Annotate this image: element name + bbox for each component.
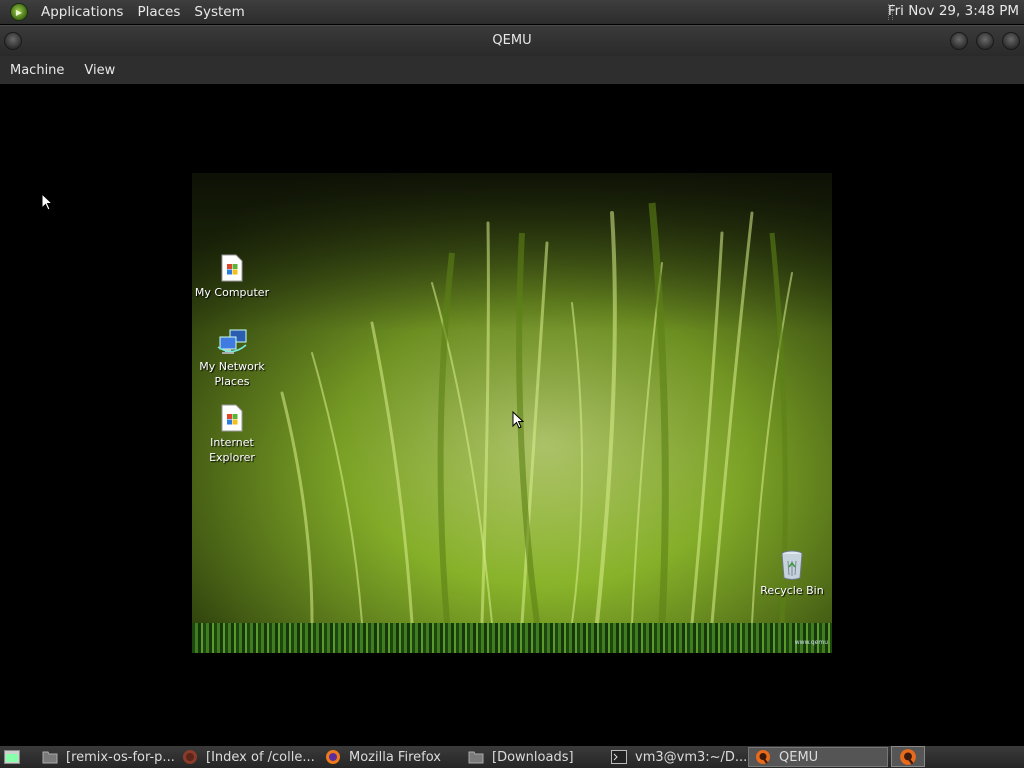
guest-taskbar-corner-text: www.qemu bbox=[794, 639, 828, 646]
window-titlebar[interactable]: QEMU bbox=[0, 25, 1024, 56]
clock[interactable]: Fri Nov 29, 3:48 PM bbox=[888, 3, 1019, 19]
applications-menu[interactable]: Applications bbox=[34, 4, 130, 20]
folder-icon bbox=[468, 749, 484, 765]
show-desktop-button[interactable] bbox=[2, 748, 22, 766]
maximize-button[interactable] bbox=[976, 32, 994, 50]
guest-taskbar[interactable]: www.qemu bbox=[192, 623, 832, 653]
places-menu[interactable]: Places bbox=[130, 4, 187, 20]
firefox-icon bbox=[325, 749, 341, 765]
desktop-icon-label: Recycle Bin bbox=[760, 584, 824, 597]
folder-icon bbox=[42, 749, 58, 765]
desktop-icon-label: My Computer bbox=[194, 286, 270, 299]
task-label: [Downloads] bbox=[492, 749, 574, 765]
close-button[interactable] bbox=[1002, 32, 1020, 50]
firefox-icon bbox=[182, 749, 198, 765]
desktop-icon-internet-explorer[interactable]: Internet Explorer bbox=[192, 403, 272, 465]
mouse-cursor-icon bbox=[41, 193, 53, 211]
task-mozilla-firefox[interactable]: Mozilla Firefox bbox=[319, 747, 462, 767]
window-menubar: Machine View bbox=[0, 56, 1024, 84]
task-label: vm3@vm3:~/D... bbox=[635, 749, 748, 765]
applications-logo-icon[interactable]: ▶ bbox=[10, 3, 28, 21]
bottom-panel: [remix-os-for-p... [Index of /colle... M… bbox=[0, 746, 1024, 768]
qemu-tray-icon bbox=[900, 748, 916, 765]
task-index-of[interactable]: [Index of /colle... bbox=[176, 747, 319, 767]
desktop-icon-label: Internet Explorer bbox=[209, 436, 255, 464]
desktop-icon-recycle-bin[interactable]: Recycle Bin bbox=[752, 549, 832, 598]
task-label: QEMU bbox=[779, 749, 819, 765]
machine-menu[interactable]: Machine bbox=[0, 63, 74, 78]
view-menu[interactable]: View bbox=[74, 63, 125, 78]
desktop-icon-label: My Network Places bbox=[199, 360, 265, 388]
qemu-icon bbox=[755, 749, 771, 765]
guest-screen[interactable]: My Computer My Network Places Internet E… bbox=[192, 173, 832, 653]
task-downloads[interactable]: [Downloads] bbox=[462, 747, 605, 767]
desktop-icon-my-computer[interactable]: My Computer bbox=[192, 253, 272, 300]
guest-mouse-cursor-icon bbox=[512, 411, 524, 429]
internet-explorer-icon bbox=[221, 404, 243, 432]
task-label: [remix-os-for-p... bbox=[66, 749, 175, 765]
terminal-icon bbox=[611, 749, 627, 765]
my-computer-icon bbox=[221, 254, 243, 282]
minimize-button[interactable] bbox=[950, 32, 968, 50]
recycle-bin-icon bbox=[781, 550, 803, 580]
task-label: [Index of /colle... bbox=[206, 749, 315, 765]
system-menu[interactable]: System bbox=[187, 4, 251, 20]
network-places-icon bbox=[217, 329, 247, 354]
desktop-icon-my-network-places[interactable]: My Network Places bbox=[192, 327, 272, 389]
window-title: QEMU bbox=[492, 33, 532, 48]
task-qemu[interactable]: QEMU bbox=[748, 747, 888, 767]
show-desktop-icon bbox=[4, 750, 20, 764]
task-label: Mozilla Firefox bbox=[349, 749, 441, 765]
task-terminal[interactable]: vm3@vm3:~/D... bbox=[605, 747, 748, 767]
top-panel: ▶ Applications Places System Fri Nov 29,… bbox=[0, 0, 1024, 24]
task-remix-os[interactable]: [remix-os-for-p... bbox=[36, 747, 176, 767]
tray-qemu-button[interactable] bbox=[891, 746, 925, 767]
grass-wallpaper bbox=[192, 173, 832, 623]
